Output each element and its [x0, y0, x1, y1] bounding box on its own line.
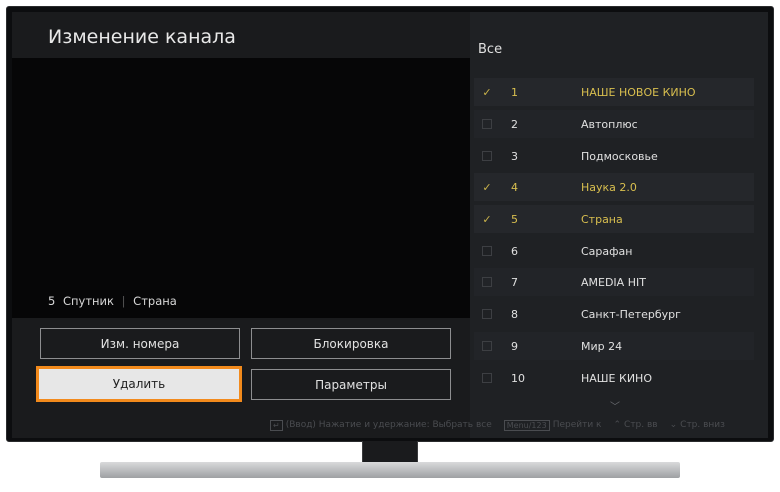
channel-row[interactable]: ✓ 4 Наука 2.0 [474, 173, 754, 201]
channel-name: Мир 24 [581, 339, 623, 353]
page-title: Изменение канала [48, 26, 236, 48]
channel-number: 3 [511, 149, 518, 163]
channel-row[interactable]: ✓ 5 Страна [474, 205, 754, 233]
hint-page-down: Стр. вниз [680, 420, 725, 430]
menu-key-icon: Menu/123 [503, 419, 550, 431]
checkbox-icon [482, 246, 492, 256]
check-icon: ✓ [482, 212, 492, 226]
lock-button[interactable]: Блокировка [251, 328, 451, 359]
tv-frame: Изменение канала 5 Спутник | Страна Изм.… [0, 0, 780, 492]
channel-number: 5 [511, 212, 518, 226]
check-icon: ✓ [482, 85, 492, 99]
info-separator: | [121, 294, 126, 308]
params-button[interactable]: Параметры [251, 369, 451, 400]
channel-row[interactable]: 2 Автоплюс [474, 110, 754, 138]
tv-screen: Изменение канала 5 Спутник | Страна Изм.… [12, 12, 768, 438]
hint-enter: (Ввод) Нажатие и удержание: Выбрать все [285, 420, 492, 430]
hint-goto: Перейти к [552, 420, 602, 430]
channel-name: Автоплюс [581, 117, 638, 131]
channel-row[interactable]: 9 Мир 24 [474, 332, 754, 360]
preview-channel: Страна [133, 294, 177, 308]
channel-number: 1 [511, 85, 518, 99]
channel-row[interactable]: ✓ 1 НАШЕ НОВОЕ КИНО [474, 78, 754, 106]
key-hints-bar: ↵ (Ввод) Нажатие и удержание: Выбрать вс… [270, 417, 725, 433]
channel-name: Санкт-Петербург [581, 307, 681, 321]
channel-number: 7 [511, 275, 518, 289]
checkbox-icon [482, 151, 492, 161]
channel-row[interactable]: 7 AMEDIA HIT [474, 268, 754, 296]
channel-name: НАШЕ КИНО [581, 371, 652, 385]
channel-number: 4 [511, 180, 518, 194]
channel-number: 9 [511, 339, 518, 353]
channel-row[interactable]: 8 Санкт-Петербург [474, 300, 754, 328]
preview-number: 5 [48, 294, 56, 308]
check-icon: ✓ [482, 180, 492, 194]
checkbox-icon [482, 373, 492, 383]
page-up-icon: ⌃ [613, 420, 622, 430]
channel-number: 2 [511, 117, 518, 131]
channel-preview [12, 58, 470, 318]
channel-number: 10 [511, 371, 525, 385]
channel-name: Страна [581, 212, 623, 226]
preview-info: 5 Спутник | Страна [48, 294, 177, 308]
checkbox-icon [482, 341, 492, 351]
channel-name: НАШЕ НОВОЕ КИНО [581, 85, 696, 99]
preview-source: Спутник [62, 294, 114, 308]
channel-name: Подмосковье [581, 149, 658, 163]
channel-name: Наука 2.0 [581, 180, 637, 194]
hint-page-up: Стр. вв [624, 420, 658, 430]
delete-button[interactable]: Удалить [36, 366, 242, 402]
checkbox-icon [482, 309, 492, 319]
channel-number: 8 [511, 307, 518, 321]
channel-row[interactable]: 10 НАШЕ КИНО [474, 364, 754, 392]
enter-key-icon: ↵ [270, 419, 283, 431]
edit-number-button[interactable]: Изм. номера [40, 328, 240, 359]
checkbox-icon [482, 277, 492, 287]
checkbox-icon [482, 119, 492, 129]
channel-row[interactable]: 6 Сарафан [474, 237, 754, 265]
chevron-down-icon[interactable]: ﹀ [610, 398, 620, 413]
channel-number: 6 [511, 244, 518, 258]
channel-name: AMEDIA HIT [581, 275, 646, 289]
list-header: Все [478, 42, 503, 57]
page-down-icon: ⌄ [669, 420, 678, 430]
channel-name: Сарафан [581, 244, 633, 258]
tv-stand-base [100, 462, 680, 478]
channel-row[interactable]: 3 Подмосковье [474, 142, 754, 170]
